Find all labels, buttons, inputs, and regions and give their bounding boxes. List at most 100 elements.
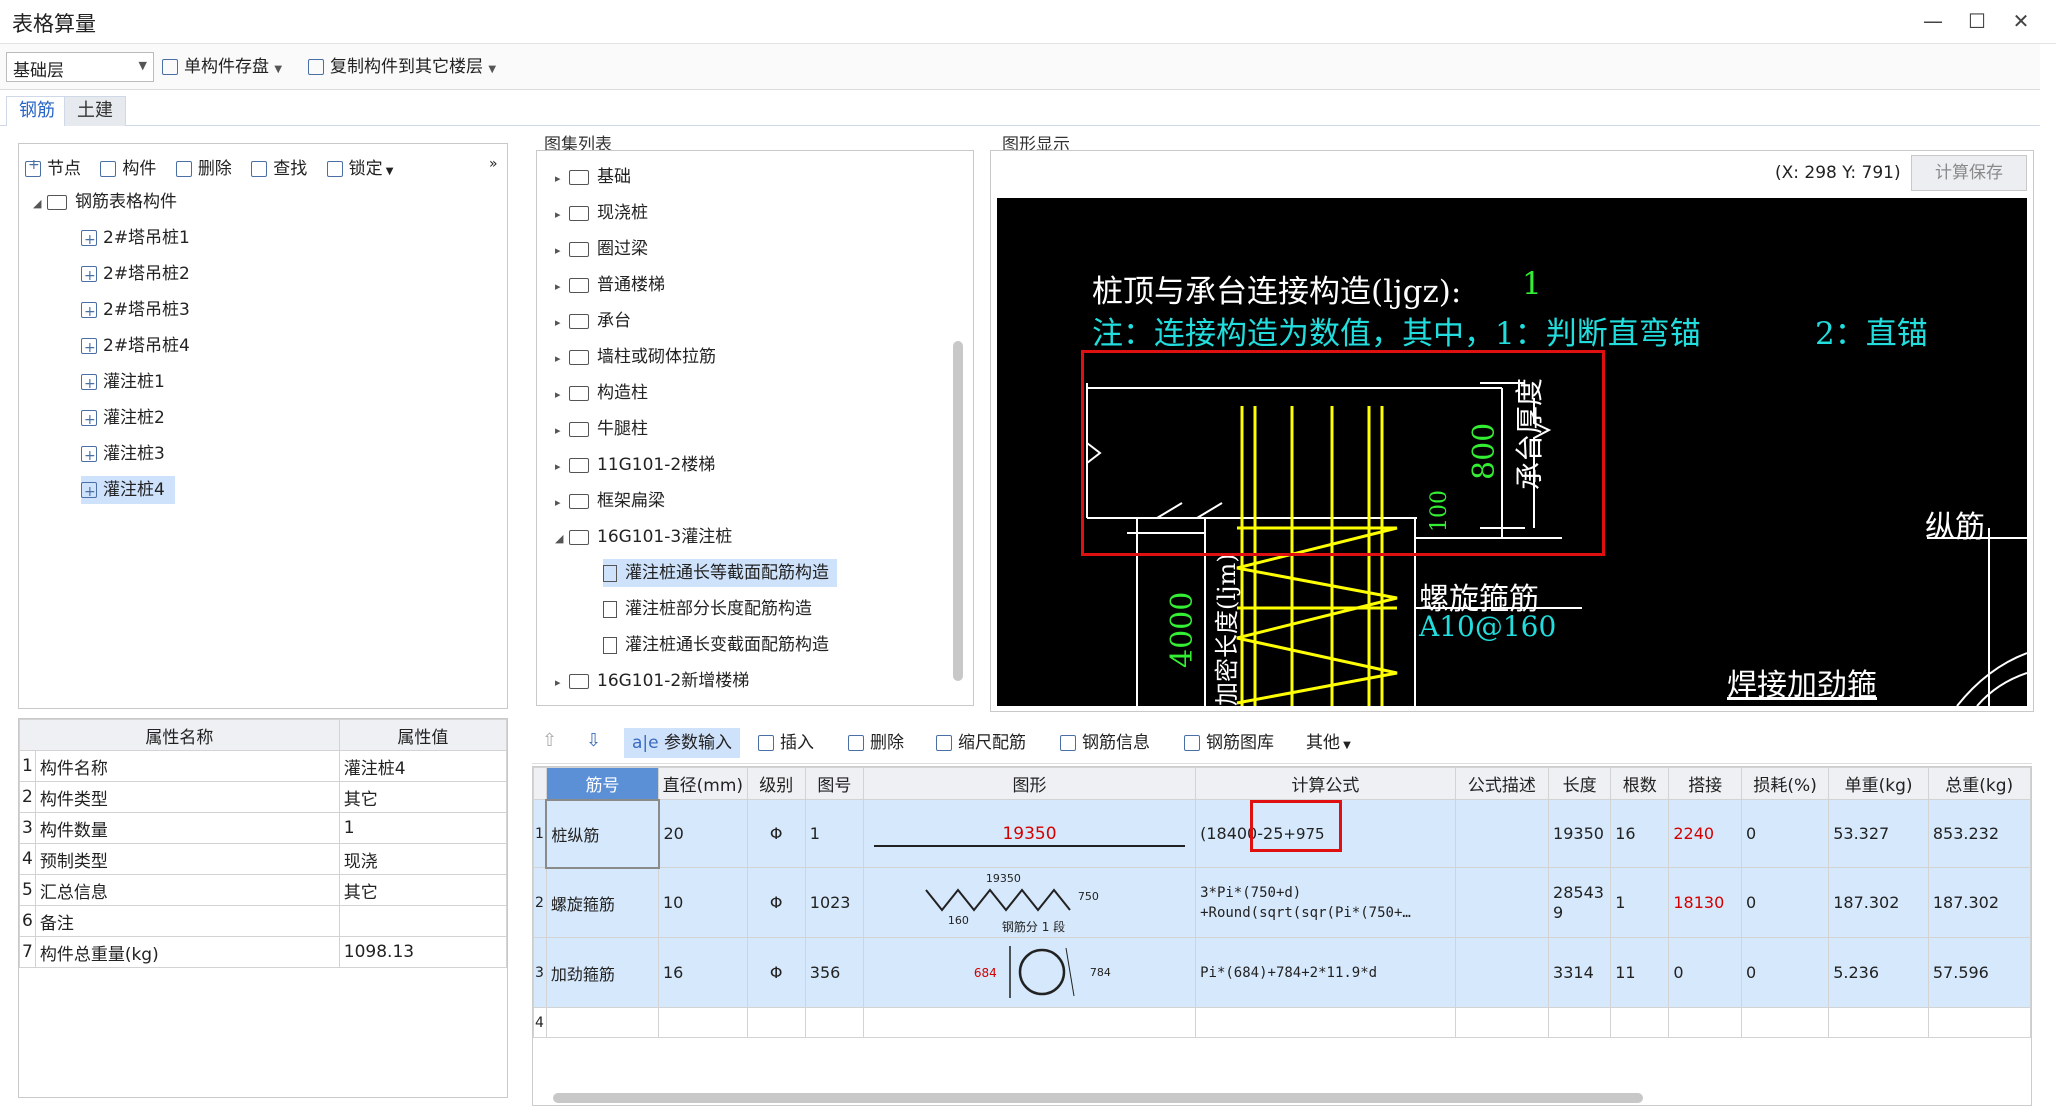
col-lap[interactable]: 搭接 <box>1668 767 1743 800</box>
rebar-lib-button[interactable]: 钢筋图库 <box>1184 728 1274 758</box>
col-bar-no[interactable]: 筋号 <box>545 767 660 800</box>
move-down-icon[interactable]: ⇩ <box>586 730 601 751</box>
prop-row[interactable]: 6 备注 <box>19 905 508 937</box>
cell-lap[interactable]: 18130 <box>1668 867 1743 938</box>
delete-button[interactable]: 删除 <box>175 159 232 179</box>
empty-cell[interactable] <box>862 1007 1197 1038</box>
cell-grade[interactable]: Φ <box>746 937 806 1008</box>
tree-item-selected[interactable]: 灌注桩4 <box>81 476 175 506</box>
cell-bar-no[interactable]: 桩纵筋 <box>545 798 660 869</box>
atlas-folder[interactable]: ▸ 牛腿柱 <box>555 415 648 443</box>
cell-shape[interactable]: 19350 750 160 钢筋分 1 段 <box>862 867 1197 938</box>
prop-value[interactable]: 其它 <box>338 781 508 813</box>
cell-formula[interactable]: Pi*(684)+784+2*11.9*d <box>1195 937 1456 1008</box>
cell-diameter[interactable]: 10 <box>658 867 748 938</box>
cell-loss[interactable]: 0 <box>1741 937 1830 1008</box>
cell-shape[interactable]: 684 784 <box>862 937 1197 1008</box>
atlas-folder[interactable]: ▸ 圈过梁 <box>555 235 648 263</box>
prop-row[interactable]: 3 构件数量 1 <box>19 812 508 844</box>
cell-fig[interactable]: 1023 <box>804 867 864 938</box>
copy-to-floor-button[interactable]: 复制构件到其它楼层 ▼ <box>308 52 496 82</box>
empty-cell[interactable] <box>1454 1007 1550 1038</box>
prop-value[interactable]: 1 <box>338 812 508 844</box>
cell-length[interactable]: 28543 9 <box>1548 867 1612 938</box>
rebar-info-button[interactable]: 钢筋信息 <box>1060 728 1150 758</box>
tree-item[interactable]: 灌注桩2 <box>81 404 165 434</box>
atlas-folder[interactable]: ▸ 普通楼梯 <box>555 271 665 299</box>
cell-length[interactable]: 3314 <box>1548 937 1612 1008</box>
cell-fig[interactable]: 1 <box>804 799 864 868</box>
cell-type[interactable]: 箍筋 <box>2029 937 2031 1008</box>
atlas-folder[interactable]: ▸ 承台 <box>555 307 631 335</box>
close-button[interactable]: ✕ <box>2004 6 2038 36</box>
prop-value[interactable]: 1098.13 <box>338 936 508 968</box>
tab-rebar[interactable]: 钢筋 <box>6 96 68 126</box>
col-count[interactable]: 根数 <box>1610 767 1670 800</box>
atlas-folder[interactable]: ▸ 基础 <box>555 163 631 191</box>
cell-total-weight[interactable]: 853.232 <box>1927 799 2031 868</box>
table-row[interactable]: 2 螺旋箍筋 10 Φ 1023 19350 750 160 钢筋分 1 段 3… <box>533 867 2031 938</box>
col-fig[interactable]: 图号 <box>804 767 864 800</box>
col-grade[interactable]: 级别 <box>746 767 806 800</box>
prop-value[interactable] <box>338 905 508 937</box>
cell-grade[interactable]: Φ <box>746 867 806 938</box>
cell-type[interactable]: 直筋 <box>2029 799 2031 868</box>
atlas-folder[interactable]: ▸ 框架扁梁 <box>555 487 665 515</box>
atlas-folder[interactable]: ▸ 墙柱或砌体拉筋 <box>555 343 716 371</box>
empty-cell[interactable] <box>1668 1007 1743 1038</box>
cell-fig[interactable]: 356 <box>804 937 864 1008</box>
tab-civil[interactable]: 土建 <box>64 96 126 126</box>
col-total-weight[interactable]: 总重(kg) <box>1927 767 2031 800</box>
col-formula[interactable]: 计算公式 <box>1195 767 1456 800</box>
param-input-button[interactable]: a|e 参数输入 <box>624 728 741 758</box>
cell-lap[interactable]: 0 <box>1668 937 1743 1008</box>
tree-item[interactable]: 2#塔吊桩1 <box>81 224 190 254</box>
cell-loss[interactable]: 0 <box>1741 799 1830 868</box>
empty-cell[interactable] <box>1195 1007 1456 1038</box>
atlas-folder-open[interactable]: ◢ 16G101-3灌注桩 <box>555 523 732 551</box>
cell-length[interactable]: 19350 <box>1548 799 1612 868</box>
col-loss[interactable]: 损耗(%) <box>1741 767 1830 800</box>
cell-lap[interactable]: 2240 <box>1668 799 1743 868</box>
other-button[interactable]: 其他 ▼ <box>1306 728 1351 761</box>
cell-count[interactable]: 1 <box>1610 867 1670 938</box>
atlas-folder[interactable]: ▸ 构造柱 <box>555 379 648 407</box>
empty-cell[interactable] <box>804 1007 864 1038</box>
col-unit-weight[interactable]: 单重(kg) <box>1828 767 1929 800</box>
tree-item[interactable]: 2#塔吊桩2 <box>81 260 190 290</box>
expand-toolbar-icon[interactable]: » <box>489 156 498 172</box>
atlas-scrollbar[interactable] <box>953 341 963 681</box>
table-row[interactable]: 3 加劲箍筋 16 Φ 356 684 784 Pi*(684)+784+2*1… <box>533 937 2031 1008</box>
component-button[interactable]: 构件 <box>100 159 156 179</box>
prop-row[interactable]: 7 构件总重量(kg) 1098.13 <box>19 936 508 968</box>
scale-rebar-button[interactable]: 缩尺配筋 <box>936 728 1026 758</box>
atlas-child[interactable]: 灌注桩部分长度配筋构造 <box>603 595 812 623</box>
empty-cell[interactable] <box>1741 1007 1830 1038</box>
cell-bar-no[interactable]: 加劲箍筋 <box>545 937 660 1008</box>
empty-cell[interactable] <box>1828 1007 1929 1038</box>
tree-item[interactable]: 2#塔吊桩4 <box>81 332 190 362</box>
cell-unit-weight[interactable]: 187.302 <box>1828 867 1929 938</box>
prop-row[interactable]: 1 构件名称 灌注桩4 <box>19 750 508 782</box>
cell-shape[interactable]: 19350 <box>862 799 1197 868</box>
calc-save-button[interactable]: 计算保存 <box>1911 155 2027 191</box>
node-button[interactable]: 节点 <box>25 157 81 179</box>
cell-bar-no[interactable]: 螺旋箍筋 <box>545 867 660 938</box>
cell-unit-weight[interactable]: 5.236 <box>1828 937 1929 1008</box>
col-diameter[interactable]: 直径(mm) <box>658 767 748 800</box>
save-single-button[interactable]: 单构件存盘 ▼ <box>162 52 282 82</box>
empty-cell[interactable] <box>545 1007 660 1038</box>
prop-value[interactable]: 现浇 <box>338 843 508 875</box>
table-row-empty[interactable]: 4 <box>533 1007 2031 1038</box>
empty-cell[interactable] <box>746 1007 806 1038</box>
find-button[interactable]: 查找 <box>251 159 307 179</box>
tree-item[interactable]: 灌注桩3 <box>81 440 165 470</box>
empty-cell[interactable] <box>1548 1007 1612 1038</box>
cell-desc[interactable] <box>1454 799 1550 868</box>
empty-cell[interactable] <box>1927 1007 2031 1038</box>
grid-horizontal-scrollbar[interactable] <box>553 1093 1643 1103</box>
col-length[interactable]: 长度 <box>1548 767 1612 800</box>
prop-row[interactable]: 5 汇总信息 其它 <box>19 874 508 906</box>
cell-grade[interactable]: Φ <box>746 799 806 868</box>
cell-diameter[interactable]: 16 <box>658 937 748 1008</box>
